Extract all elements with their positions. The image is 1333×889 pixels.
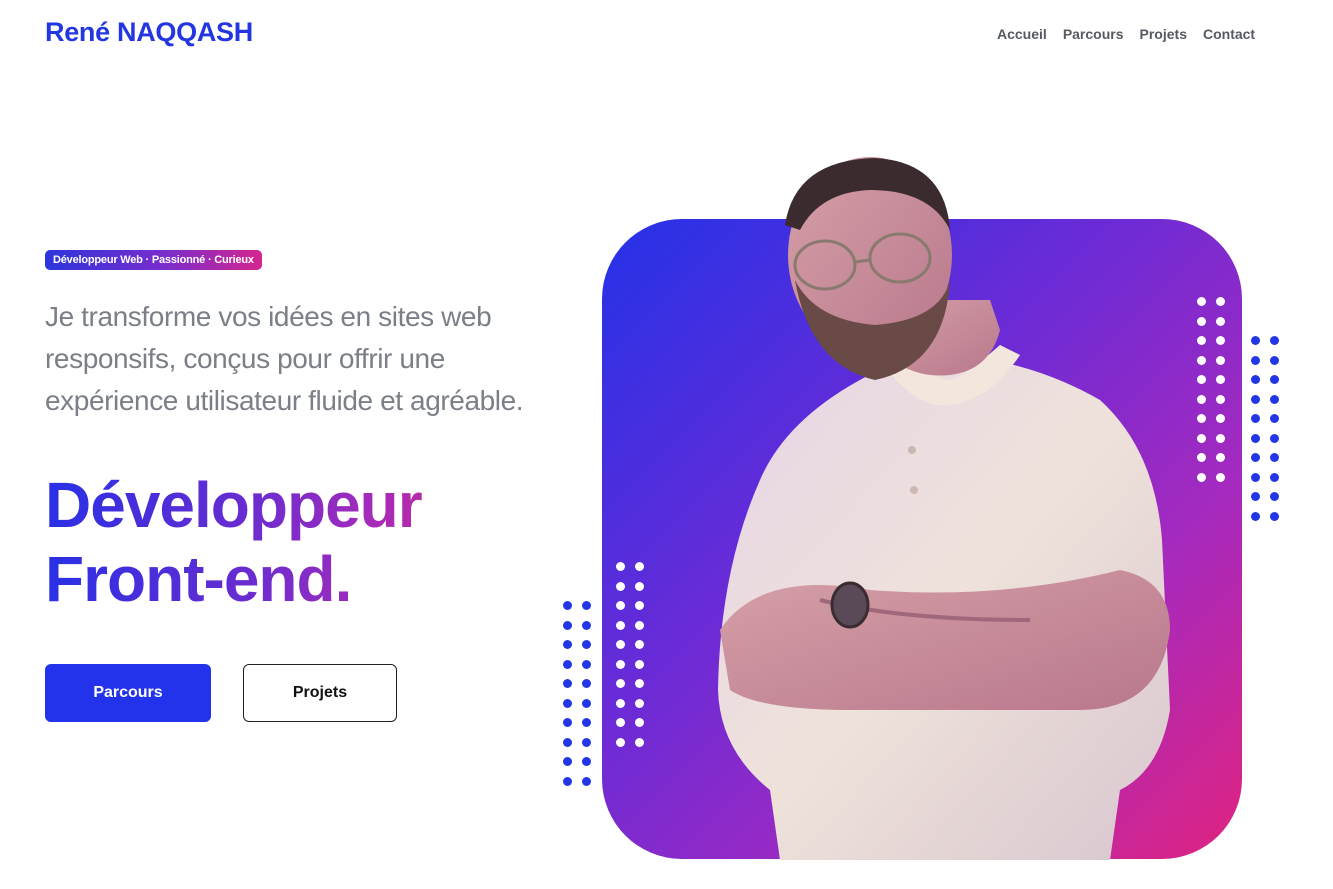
decorative-dot [563,698,572,708]
decorative-dot [635,659,644,669]
decorative-dot [582,679,591,688]
parcours-button[interactable]: Parcours [45,664,211,722]
decorative-dot [635,640,644,649]
decorative-dot [1216,297,1225,306]
nav-link-accueil[interactable]: Accueil [997,26,1047,42]
decorative-dot [1270,355,1279,365]
dots-decoration-top-right [1197,297,1225,482]
decorative-dot [616,581,625,591]
decorative-dot [1270,375,1279,384]
decorative-dot [582,737,591,747]
decorative-dot [1251,492,1260,501]
decorative-dot [1197,394,1206,404]
decorative-dot [1270,394,1279,404]
decorative-dot [1197,297,1206,306]
decorative-dot [1197,453,1206,462]
decorative-dot [635,679,644,688]
decorative-dot [616,679,625,688]
decorative-dot [1197,336,1206,345]
decorative-dot [1216,453,1225,462]
decorative-dot [1270,414,1279,423]
brand-logo[interactable]: René NAQQASH [45,17,253,48]
main-nav: Accueil Parcours Projets Contact [997,26,1255,42]
decorative-dot [582,698,591,708]
decorative-dot [616,698,625,708]
decorative-dot [582,718,591,727]
decorative-dot [1270,453,1279,462]
decorative-dot [1251,394,1260,404]
decorative-dot [1270,492,1279,501]
decorative-dot [1251,453,1260,462]
dots-decoration-bottom-left [616,562,644,747]
decorative-dot [1251,433,1260,443]
decorative-dot [616,601,625,610]
decorative-dot [1216,355,1225,365]
decorative-dot [1197,316,1206,326]
decorative-dot [616,659,625,669]
decorative-dot [1197,414,1206,423]
decorative-dot [635,718,644,727]
decorative-dot [582,640,591,649]
decorative-dot [1197,375,1206,384]
decorative-dot [563,640,572,649]
decorative-dot [1216,316,1225,326]
decorative-dot [1270,433,1279,443]
decorative-dot [563,718,572,727]
decorative-dot [635,620,644,630]
decorative-dot [1216,336,1225,345]
decorative-dot [635,601,644,610]
headline-line-1: Développeur [45,468,505,542]
decorative-dot [1216,394,1225,404]
role-badge: Développeur Web · Passionné · Curieux [45,250,262,270]
nav-link-parcours[interactable]: Parcours [1063,26,1124,42]
decorative-dot [1270,511,1279,521]
decorative-dot [563,737,572,747]
decorative-dot [582,659,591,669]
decorative-dot [635,562,644,571]
dots-decoration-left-edge [563,601,591,786]
decorative-dot [1270,472,1279,482]
decorative-dot [1251,472,1260,482]
decorative-dot [563,757,572,766]
headline-line-2: Front-end. [45,542,505,616]
decorative-dot [635,737,644,747]
decorative-dot [1251,375,1260,384]
nav-link-projets[interactable]: Projets [1140,26,1187,42]
decorative-dot [563,659,572,669]
decorative-dot [563,776,572,786]
decorative-dot [1251,511,1260,521]
decorative-dot [1197,355,1206,365]
decorative-dot [563,620,572,630]
decorative-dot [582,620,591,630]
decorative-dot [1216,472,1225,482]
dots-decoration-right-edge [1251,336,1279,521]
projets-button[interactable]: Projets [243,664,397,722]
decorative-dot [635,698,644,708]
decorative-dot [616,737,625,747]
decorative-dot [616,640,625,649]
decorative-dot [1251,336,1260,345]
decorative-dot [1216,375,1225,384]
decorative-dot [616,562,625,571]
decorative-dot [1251,414,1260,423]
portrait-photo [718,157,1170,860]
decorative-dot [1197,472,1206,482]
nav-link-contact[interactable]: Contact [1203,26,1255,42]
decorative-dot [1197,433,1206,443]
decorative-dot [616,620,625,630]
decorative-dot [635,581,644,591]
hero-intro-text: Je transforme vos idées en sites web res… [45,301,524,416]
decorative-dot [1216,414,1225,423]
decorative-dot [1270,336,1279,345]
decorative-dot [582,776,591,786]
decorative-dot [563,679,572,688]
decorative-dot [616,718,625,727]
decorative-dot [582,601,591,610]
decorative-dot [1216,433,1225,443]
decorative-dot [582,757,591,766]
decorative-dot [563,601,572,610]
decorative-dot [1251,355,1260,365]
hero-headline: Développeur Front-end. [45,468,565,616]
